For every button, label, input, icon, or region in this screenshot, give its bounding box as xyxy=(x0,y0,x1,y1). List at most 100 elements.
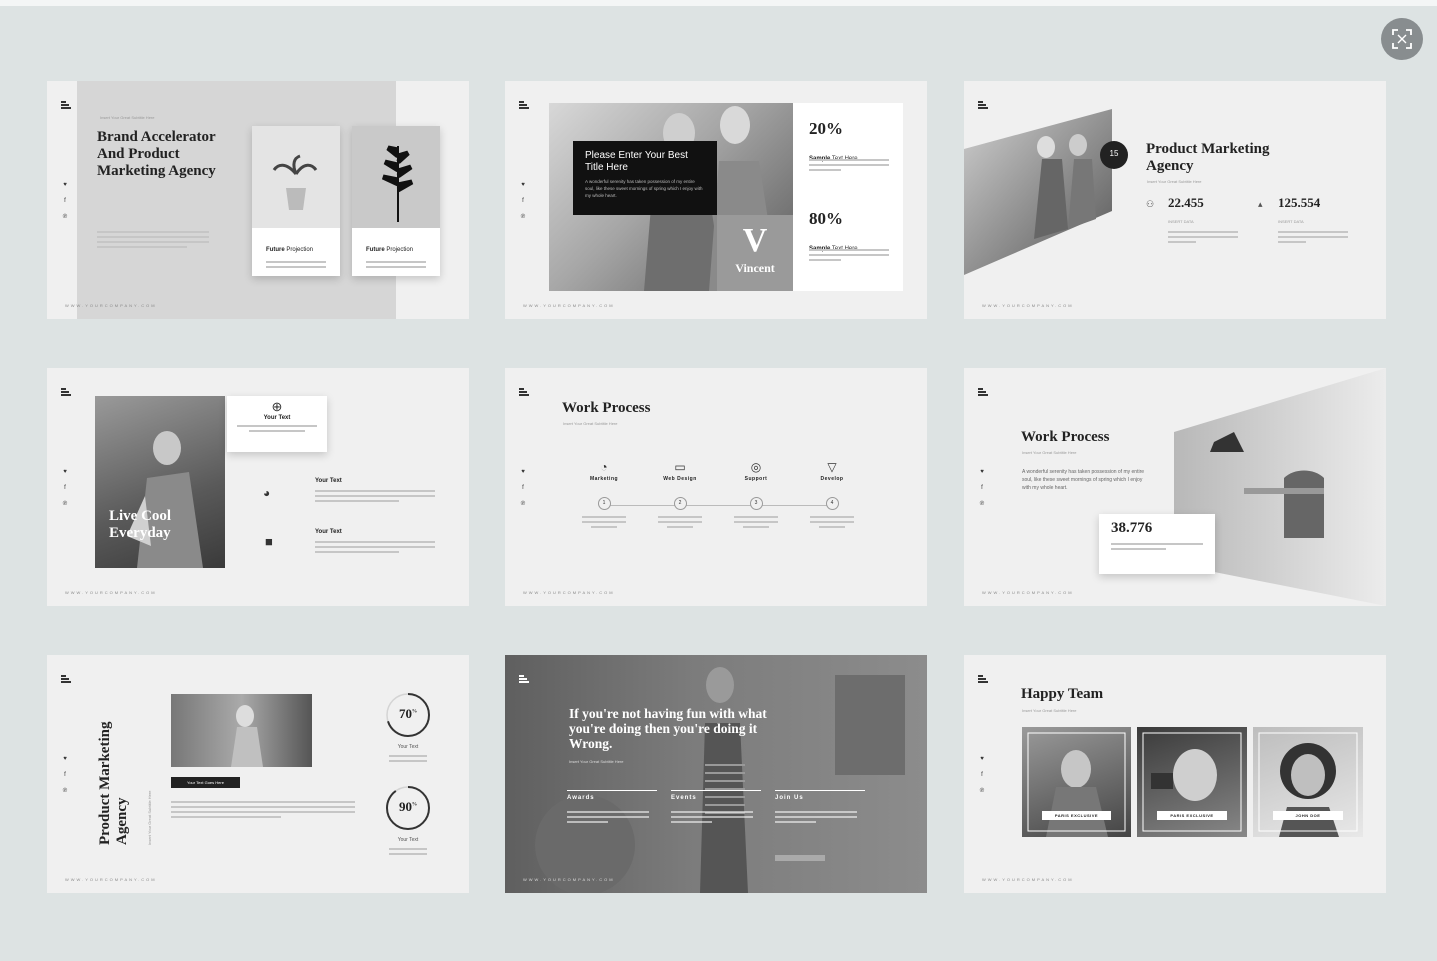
facebook-icon: f xyxy=(64,198,66,204)
item-text xyxy=(315,541,435,556)
vertical-subtitle: Insert Your Great Subtitle Here xyxy=(147,790,152,845)
slide-title: Work Process xyxy=(562,400,651,416)
stat-caption: INSERT DATA xyxy=(1168,219,1194,224)
twitter-icon: ♥ xyxy=(980,469,984,475)
card-label: Projection xyxy=(284,247,314,253)
pinterest-icon: ℗ xyxy=(62,788,68,794)
logo xyxy=(978,388,988,396)
ring-unit: % xyxy=(412,709,417,715)
stat-value: 20% xyxy=(809,119,843,138)
slide-title: Brand Accelerator And Product Marketing … xyxy=(97,129,216,179)
vertical-title: Product Marketing Agency xyxy=(97,721,130,845)
logo xyxy=(519,388,529,396)
stat-text xyxy=(1111,543,1203,550)
globe-icon: ⊕ xyxy=(271,399,283,414)
step-number: 2 xyxy=(673,497,687,510)
logo xyxy=(61,675,71,683)
body-text xyxy=(97,231,209,251)
woman-photo: Live Cool Everyday xyxy=(95,396,225,568)
facebook-icon: f xyxy=(64,772,66,778)
step-label: Develop xyxy=(820,476,844,482)
facebook-icon: f xyxy=(64,485,66,491)
pinterest-icon: ℗ xyxy=(62,214,68,220)
ring-value: 90% xyxy=(383,799,433,815)
footer-url: WWW.YOURCOMPANY.COM xyxy=(523,590,615,595)
pinterest-icon: ℗ xyxy=(62,501,68,507)
slide-vincent[interactable]: ♥ f ℗ Please Enter Your Best Title Here A … xyxy=(505,81,927,319)
social-icons: ♥ f ℗ xyxy=(978,464,986,512)
step-label: Web Design xyxy=(663,476,697,482)
social-icons: ♥ f ℗ xyxy=(61,177,69,225)
facebook-icon: f xyxy=(981,485,983,491)
footer-url: WWW.YOURCOMPANY.COM xyxy=(65,877,157,882)
user-icon: ⚇ xyxy=(1146,199,1155,209)
step-label: Support xyxy=(744,476,768,482)
process-step: ▭ Web Design 2 xyxy=(650,460,710,531)
column-text xyxy=(671,811,753,826)
slide-subtitle: Insert Your Great Subtitle Here xyxy=(1022,708,1077,713)
brand-block: V Vincent xyxy=(717,215,793,291)
years-badge: 15 xyxy=(1100,141,1128,169)
member-name: JOHN DOE xyxy=(1273,811,1343,820)
team-member-1[interactable]: PARIS EXCLUSIVE xyxy=(1022,727,1131,837)
step-label: Marketing xyxy=(589,476,619,482)
process-step: ▽ Develop 4 xyxy=(802,460,862,531)
slide-happy-team[interactable]: ♥ f ℗ Happy Team Insert Your Great Subtitl… xyxy=(964,655,1386,893)
step-number: 3 xyxy=(749,497,763,510)
slide-product-agency-vertical[interactable]: ♥ f ℗ Product Marketing Agency Insert Your… xyxy=(47,655,469,893)
stat-value: 22.455 xyxy=(1168,195,1204,210)
slide-brand-accelerator[interactable]: ♥ f ℗ Insert Your Great Subtitle Here Bran… xyxy=(47,81,469,319)
pinterest-icon: ℗ xyxy=(520,214,526,220)
step-text xyxy=(658,516,702,528)
brand-name: Vincent xyxy=(735,261,775,275)
stat-text xyxy=(1168,231,1238,246)
overlay-text: Live Cool Everyday xyxy=(109,508,172,541)
body-text xyxy=(171,801,355,821)
slide-quote-dark[interactable]: If you're not having fun with what you'r… xyxy=(505,655,927,893)
footer-url: WWW.YOURCOMPANY.COM xyxy=(523,877,615,882)
slide-work-process[interactable]: ♥ f ℗ Work Process Insert Your Great Subti… xyxy=(505,368,927,606)
step-number: 1 xyxy=(597,497,611,510)
column-label: Events xyxy=(671,795,697,801)
item-label: Your Text xyxy=(315,529,342,535)
thumbs-up-icon: ▴ xyxy=(1258,199,1263,209)
shirt-icon: ■ xyxy=(265,534,273,549)
slide-title: Product Marketing Agency xyxy=(1146,141,1270,174)
item-text xyxy=(315,490,435,505)
slide-live-cool[interactable]: ♥ f ℗ Live Cool Everyday ⊕ Your Text ◕ You… xyxy=(47,368,469,606)
team-member-3[interactable]: JOHN DOE xyxy=(1253,727,1363,837)
ring-text xyxy=(389,848,427,858)
card-label: Your Text xyxy=(263,415,291,421)
quote-text: If you're not having fun with what you'r… xyxy=(569,706,767,751)
stat-text xyxy=(1278,231,1348,246)
logo xyxy=(978,675,988,683)
plant-photo xyxy=(252,126,340,228)
twitter-icon: ♥ xyxy=(63,469,67,475)
stat-text xyxy=(809,159,889,174)
step-text xyxy=(582,516,626,528)
slide-subtitle: Insert Your Great Subtitle Here xyxy=(569,759,624,764)
slide-work-process-2[interactable]: ♥ f ℗ Work Process Insert Your Great Subti… xyxy=(964,368,1386,606)
twitter-icon: ♥ xyxy=(521,469,525,475)
footer-url: WWW.YOURCOMPANY.COM xyxy=(982,877,1074,882)
footer-url: WWW.YOURCOMPANY.COM xyxy=(65,303,157,308)
twitter-icon: ♥ xyxy=(521,182,525,188)
card-label-bold: Future xyxy=(366,247,385,253)
fullscreen-button[interactable] xyxy=(1381,18,1423,60)
boutique-photo xyxy=(535,667,905,893)
divider xyxy=(567,790,657,791)
slide-subtitle: Insert Your Great Subtitle Here xyxy=(563,421,618,426)
social-icons: ♥ f ℗ xyxy=(61,751,69,799)
stats-panel: 20% Sample Text Here 80% Sample Text Her… xyxy=(793,103,903,291)
stat-text xyxy=(809,249,889,264)
pinterest-icon: ℗ xyxy=(979,788,985,794)
cta-button[interactable]: Your Text Goes Here xyxy=(171,777,240,788)
ring-label: Your Text xyxy=(397,837,419,843)
funnel-icon: ▽ xyxy=(827,460,837,474)
team-member-2[interactable]: PARIS EXCLUSIVE xyxy=(1137,727,1247,837)
feature-card: ⊕ Your Text xyxy=(227,396,327,452)
woman-street-photo xyxy=(171,694,312,767)
slide-product-marketing[interactable]: 15 Product Marketing Agency Insert Your … xyxy=(964,81,1386,319)
ring-value: 70% xyxy=(383,706,433,722)
item-label: Your Text xyxy=(315,478,342,484)
